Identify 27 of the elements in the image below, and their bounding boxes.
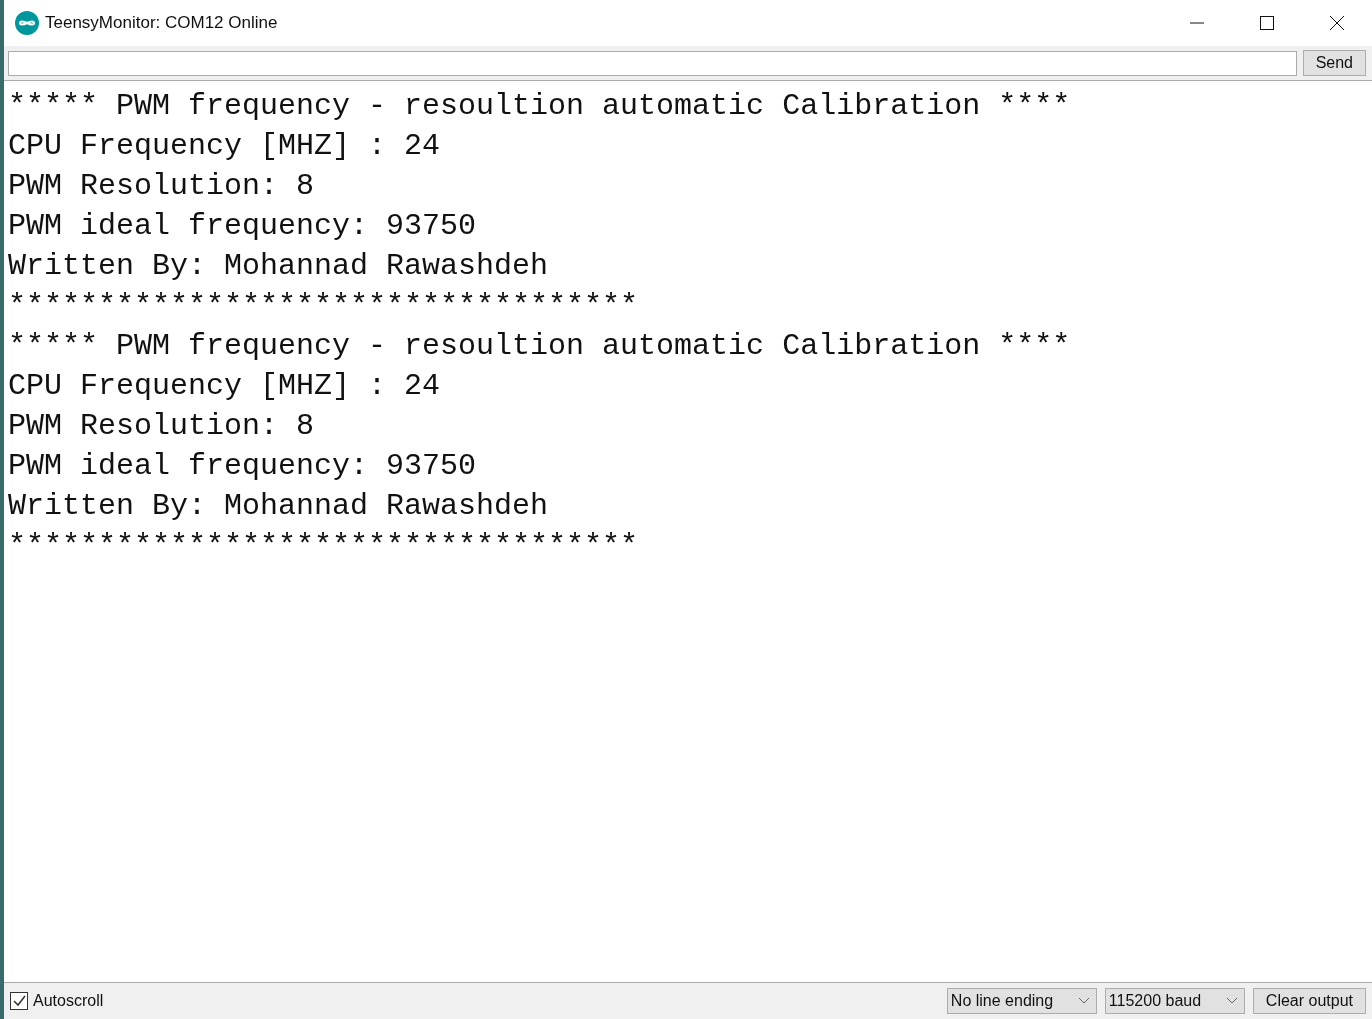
close-icon — [1329, 15, 1345, 31]
clear-output-button[interactable]: Clear output — [1252, 988, 1366, 1014]
output-line: CPU Frequency [MHZ] : 24 — [8, 128, 441, 165]
line-ending-dropdown[interactable]: No line ending — [946, 988, 1097, 1014]
output-line: Written By: Mohannad Rawashdeh — [8, 248, 549, 285]
output-line: *********************************** — [8, 528, 639, 565]
window-title: TeensyMonitor: COM12 Online — [45, 13, 279, 33]
output-line: ***** PWM frequency - resoultion automatic Calibration **** — [8, 328, 1071, 365]
baud-rate-dropdown[interactable]: 115200 baud — [1104, 988, 1245, 1014]
message-input-field[interactable] — [8, 50, 1297, 76]
output-line: PWM Resolution: 8 — [8, 168, 315, 205]
output-line: PWM Resolution: 8 — [8, 408, 315, 445]
chevron-down-icon — [1077, 997, 1090, 1005]
minimize-icon — [1189, 22, 1205, 24]
send-button[interactable]: Send — [1302, 50, 1366, 76]
output-line: PWM ideal frequency: 93750 — [8, 448, 477, 485]
chevron-down-icon — [1225, 997, 1238, 1005]
output-line: ***** PWM frequency - resoultion automatic Calibration **** — [8, 88, 1071, 125]
autoscroll-checkbox[interactable] — [10, 992, 28, 1010]
output-line: PWM ideal frequency: 93750 — [8, 208, 477, 245]
output-line: CPU Frequency [MHZ] : 24 — [8, 368, 441, 405]
infinity-logo-icon — [15, 11, 39, 35]
output-line: *********************************** — [8, 288, 639, 325]
checkmark-icon — [12, 994, 26, 1008]
output-line: Written By: Mohannad Rawashdeh — [8, 488, 549, 525]
autoscroll-label: Autoscroll — [33, 992, 104, 1010]
maximize-icon — [1259, 15, 1275, 31]
